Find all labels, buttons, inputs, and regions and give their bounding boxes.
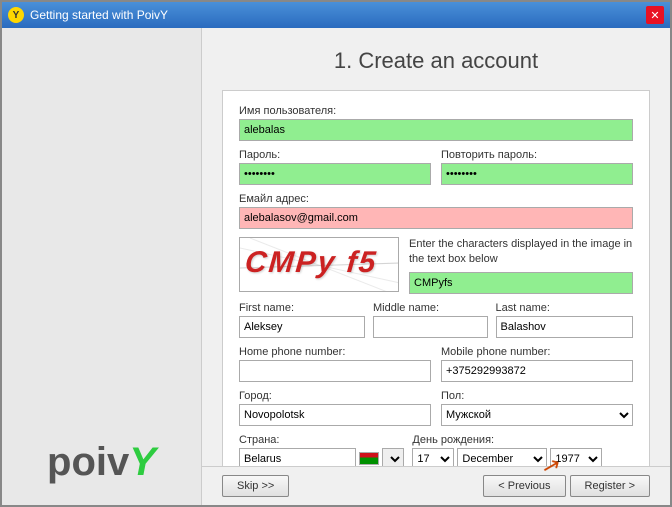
main-content: poivY 1. Create an account Имя пользоват… <box>2 28 670 505</box>
city-input[interactable] <box>239 404 431 426</box>
last-name-label: Last name: <box>496 302 633 314</box>
country-col: Страна: ▼ <box>239 434 404 466</box>
dob-day-select[interactable]: 17 <box>412 448 454 466</box>
confirm-password-col: Повторить пароль: <box>441 149 633 185</box>
titlebar: Y Getting started with PoivY ✕ <box>2 2 670 28</box>
logo: poivY <box>47 440 156 485</box>
captcha-text: CMPy f5 <box>244 246 379 280</box>
dob-col: День рождения: 17 December 1977 <box>412 434 633 466</box>
country-label: Страна: <box>239 434 404 446</box>
captcha-image: CMPy f5 <box>239 237 399 292</box>
titlebar-left: Y Getting started with PoivY <box>8 7 168 23</box>
username-row: Имя пользователя: <box>239 105 633 141</box>
dob-month-select[interactable]: December <box>457 448 547 466</box>
mobile-phone-col: Mobile phone number: <box>441 346 633 382</box>
captcha-hint: Enter the characters displayed in the im… <box>409 237 633 268</box>
username-input[interactable] <box>239 119 633 141</box>
confirm-password-input[interactable] <box>441 163 633 185</box>
last-name-input[interactable] <box>496 316 633 338</box>
last-name-col: Last name: <box>496 302 633 338</box>
logo-poiv: poiv <box>47 440 129 484</box>
logo-y: Y <box>129 440 156 484</box>
skip-button[interactable]: Skip >> <box>222 475 289 497</box>
flag-icon <box>359 452 379 465</box>
gender-col: Пол: Мужской Женский <box>441 390 633 426</box>
gender-select[interactable]: Мужской Женский <box>441 404 633 426</box>
first-name-label: First name: <box>239 302 365 314</box>
captcha-row: CMPy f5 Enter the characters displayed i… <box>239 237 633 294</box>
password-col: Пароль: <box>239 149 431 185</box>
city-label: Город: <box>239 390 431 402</box>
email-row: Емайл адрес: <box>239 193 633 229</box>
name-row: First name: Middle name: Last name: <box>239 302 633 338</box>
close-button[interactable]: ✕ <box>646 6 664 24</box>
home-phone-col: Home phone number: <box>239 346 431 382</box>
form-container: Имя пользователя: Пароль: Повторить паро… <box>222 90 650 466</box>
mobile-phone-label: Mobile phone number: <box>441 346 633 358</box>
first-name-input[interactable] <box>239 316 365 338</box>
password-label: Пароль: <box>239 149 431 161</box>
page-title: 1. Create an account <box>222 48 650 74</box>
sidebar: poivY <box>2 28 202 505</box>
gender-label: Пол: <box>441 390 633 402</box>
dob-selects: 17 December 1977 <box>412 448 633 466</box>
country-input[interactable] <box>239 448 356 466</box>
username-label: Имя пользователя: <box>239 105 633 117</box>
captcha-right: Enter the characters displayed in the im… <box>409 237 633 294</box>
city-gender-row: Город: Пол: Мужской Женский <box>239 390 633 426</box>
phone-row: Home phone number: Mobile phone number: <box>239 346 633 382</box>
content-area: 1. Create an account Имя пользователя: П… <box>202 28 670 466</box>
home-phone-label: Home phone number: <box>239 346 431 358</box>
bottom-bar: Skip >> ↗ < Previous Register > <box>202 466 670 505</box>
middle-name-col: Middle name: <box>373 302 488 338</box>
home-phone-input[interactable] <box>239 360 431 382</box>
country-select[interactable]: ▼ <box>382 448 404 466</box>
register-button[interactable]: Register > <box>570 475 650 497</box>
email-label: Емайл адрес: <box>239 193 633 205</box>
dob-label: День рождения: <box>412 434 633 446</box>
city-col: Город: <box>239 390 431 426</box>
window-title: Getting started with PoivY <box>30 8 168 22</box>
password-row: Пароль: Повторить пароль: <box>239 149 633 185</box>
middle-name-label: Middle name: <box>373 302 488 314</box>
middle-name-input[interactable] <box>373 316 488 338</box>
main-window: Y Getting started with PoivY ✕ poivY 1. … <box>0 0 672 507</box>
country-input-row: ▼ <box>239 448 404 466</box>
first-name-col: First name: <box>239 302 365 338</box>
app-icon: Y <box>8 7 24 23</box>
confirm-password-label: Повторить пароль: <box>441 149 633 161</box>
btn-group: < Previous Register > <box>483 475 650 497</box>
mobile-phone-input[interactable] <box>441 360 633 382</box>
password-input[interactable] <box>239 163 431 185</box>
country-dob-row: Страна: ▼ День рождения: <box>239 434 633 466</box>
nav-buttons-area: ↗ < Previous Register > <box>483 475 650 497</box>
captcha-input[interactable] <box>409 272 633 294</box>
email-input[interactable] <box>239 207 633 229</box>
